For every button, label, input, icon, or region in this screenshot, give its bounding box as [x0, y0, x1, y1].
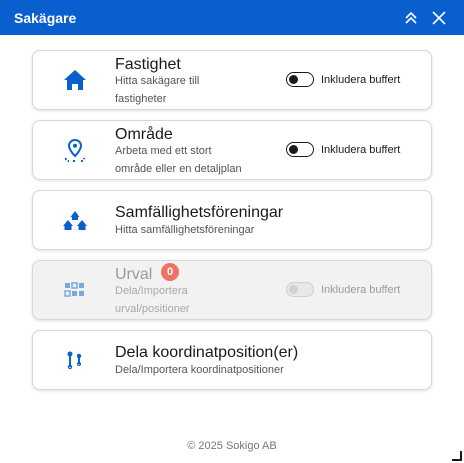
card-title: Fastighet [115, 56, 181, 73]
card-subtitle-line-1: Dela/Importera [115, 285, 188, 297]
resize-handle[interactable] [452, 451, 462, 461]
card-subtitle-line-1: Arbeta med ett stort [115, 145, 212, 157]
toggle-label: Inkludera buffert [321, 283, 401, 296]
card-dela-koordinatpositioner[interactable]: Dela koordinatposition(er) Dela/Importer… [32, 330, 432, 390]
double-chevron-up-icon [405, 11, 417, 24]
grid-selection-icon [64, 282, 84, 297]
houses-group-icon [63, 211, 87, 230]
house-icon [64, 70, 86, 90]
card-samfallighetsforeningar[interactable]: Samfällighetsföreningar Hitta samfälligh… [32, 190, 432, 250]
card-title: Dela koordinatposition(er) [115, 344, 299, 361]
card-subtitle-line-2: urval/positioner [115, 303, 190, 315]
buffer-toggle-row: Inkludera buffert [286, 282, 400, 297]
count-badge: 0 [161, 263, 179, 281]
buffer-toggle[interactable] [286, 142, 314, 157]
card-title: Samfällighetsföreningar [115, 204, 284, 221]
copyright-footer: © 2025 Sokigo AB [187, 440, 277, 452]
card-omrade[interactable]: Område Arbeta med ett stort område eller… [32, 120, 432, 180]
panel-header: Sakägare [0, 0, 464, 35]
card-title: Område [115, 126, 173, 143]
panel-title: Sakägare [14, 9, 77, 26]
card-title: Urval [115, 266, 153, 283]
area-pin-icon [64, 138, 86, 162]
buffer-toggle[interactable] [286, 72, 314, 87]
toggle-label: Inkludera buffert [321, 143, 401, 156]
close-button[interactable] [428, 7, 450, 29]
card-urval: Urval 0 Dela/Importera urval/positioner … [32, 260, 432, 320]
card-subtitle-line-2: fastigheter [115, 93, 167, 105]
card-subtitle-line-1: Hitta sakägare till [115, 75, 200, 87]
toggle-knob [289, 285, 298, 294]
card-fastighet[interactable]: Fastighet Hitta sakägare till fastighete… [32, 50, 432, 110]
coordinate-pins-icon [67, 351, 82, 370]
card-subtitle-line-2: område eller en detaljplan [115, 163, 242, 175]
card-subtitle-line-1: Hitta samfällighetsföreningar [115, 224, 255, 236]
buffer-toggle-row: Inkludera buffert [286, 142, 400, 157]
toggle-knob [289, 145, 298, 154]
card-subtitle-line-1: Dela/Importera koordinatpositioner [115, 364, 284, 376]
buffer-toggle-row: Inkludera buffert [286, 72, 400, 87]
toggle-knob [289, 75, 298, 84]
buffer-toggle [286, 282, 314, 297]
toggle-label: Inkludera buffert [321, 73, 401, 86]
close-icon [432, 10, 446, 25]
collapse-button[interactable] [400, 7, 422, 29]
